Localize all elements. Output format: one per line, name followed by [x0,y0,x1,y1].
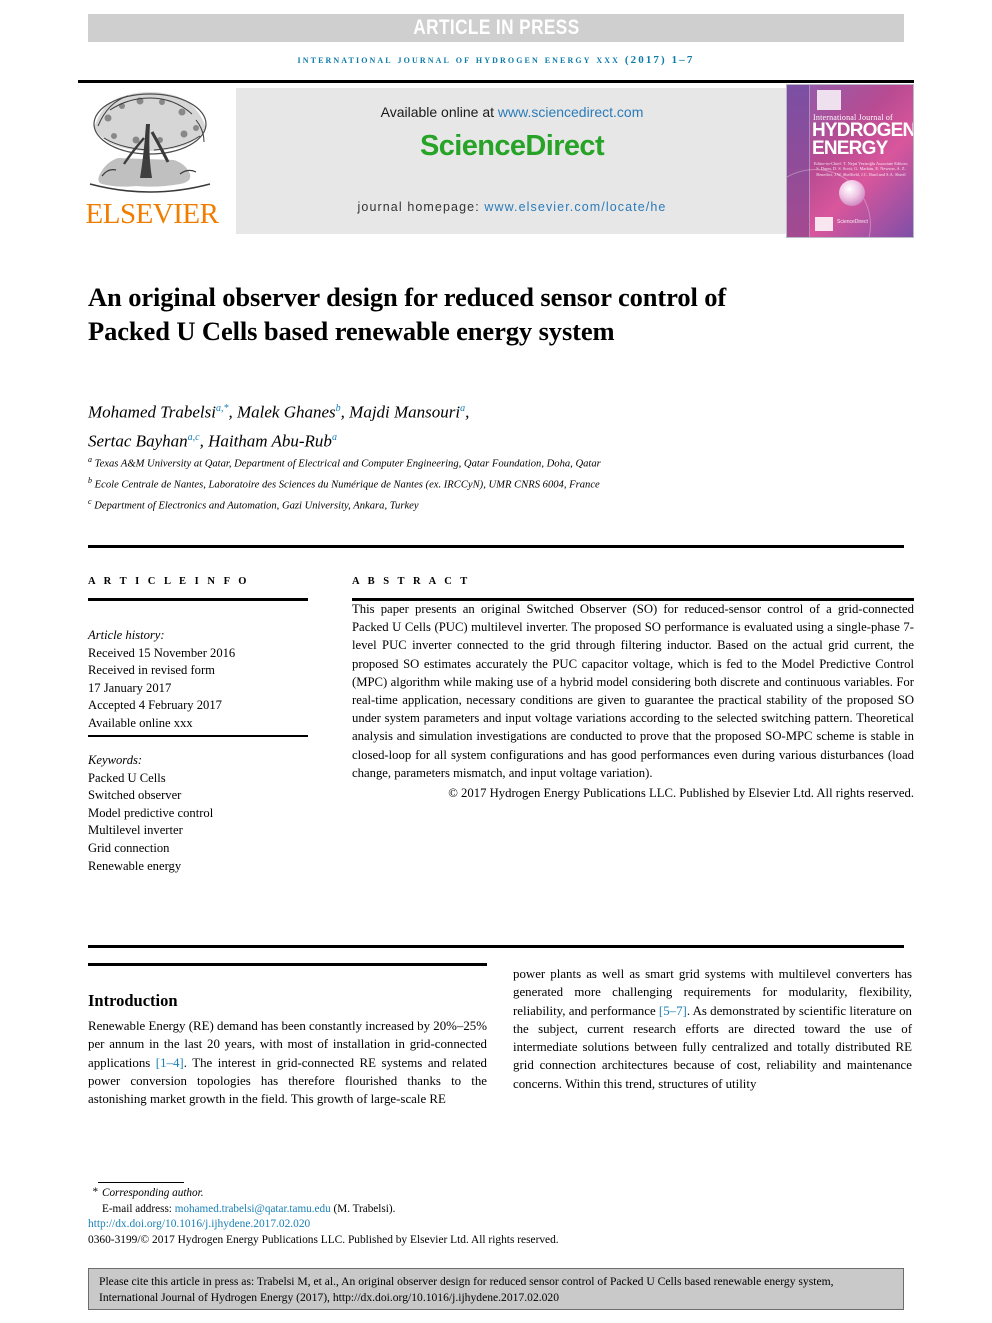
footnote-block: * Corresponding author. E-mail address: m… [88,1186,568,1217]
introduction-right-column: power plants as well as smart grid syste… [513,965,912,1093]
journal-running-head: International Journal of Hydrogen Energy… [297,54,695,66]
citation-link-1-4[interactable]: [1–4] [156,1056,184,1070]
history-item: Accepted 4 February 2017 [88,698,222,713]
rule-under-article-info-heading [88,598,308,601]
sciencedirect-url-link[interactable]: www.sciencedirect.com [498,104,644,120]
author-affiliation-mark: a,* [215,403,229,414]
keyword-item[interactable]: Grid connection [88,840,308,858]
issn-copyright-line: 0360-3199/© 2017 Hydrogen Energy Publica… [88,1234,559,1246]
article-history-block: Article history: Received 15 November 20… [88,627,308,733]
sciencedirect-panel: Available online at www.sciencedirect.co… [236,88,788,234]
cover-editors-text: Editor-in-Chief: T. Nejat Veziroğlu Asso… [813,161,909,177]
keywords-label: Keywords: [88,753,143,767]
available-online-label: Available online at [380,104,498,120]
history-item: Received in revised form [88,663,215,678]
rule-between-history-and-keywords [88,735,308,737]
footnote-separator-rule [98,1182,184,1183]
corresponding-author-label: Corresponding author. [102,1187,204,1199]
journal-homepage-link[interactable]: www.elsevier.com/locate/he [484,200,666,214]
author-email-link[interactable]: mohamed.trabelsi@qatar.tamu.edu [175,1203,331,1215]
journal-homepage-line: journal homepage: www.elsevier.com/locat… [236,200,788,214]
journal-masthead: ELSEVIER Available online at www.science… [78,80,914,238]
abstract-heading: A B S T R A C T [352,576,471,587]
keyword-item[interactable]: Switched observer [88,787,308,805]
abstract-copyright: © 2017 Hydrogen Energy Publications LLC.… [448,786,914,801]
author-affiliation-mark: a [460,403,466,414]
rule-below-abstract [88,945,904,948]
history-item: Received 15 November 2016 [88,645,236,660]
author-name[interactable]: Mohamed Trabelsi [88,403,216,422]
author-affiliation-mark: b [335,403,341,414]
cover-orb-graphic [839,180,865,206]
email-address-label: E-mail address: [102,1202,175,1215]
abstract-block: This paper presents an original Switched… [352,600,914,802]
affiliation-mark: b [88,476,92,486]
rule-above-introduction [88,963,487,966]
affiliation-item: b Ecole Centrale de Nantes, Laboratoire … [88,473,848,494]
author-name[interactable]: Majdi Mansouri [349,403,460,422]
please-cite-box: Please cite this article in press as: Tr… [88,1268,904,1310]
elsevier-tree-icon [84,88,216,200]
author-list: Mohamed Trabelsia,*, Malek Ghanesb, Majd… [88,402,470,451]
sciencedirect-logo[interactable]: ScienceDirect [236,130,788,163]
keywords-block: Keywords: Packed U Cells Switched observ… [88,752,308,875]
elsevier-logo: ELSEVIER [78,88,226,234]
email-owner-suffix: (M. Trabelsi). [330,1202,396,1215]
keyword-item[interactable]: Packed U Cells [88,770,308,788]
affiliation-text: Texas A&M University at Qatar, Departmen… [94,458,601,470]
keyword-item[interactable]: Model predictive control [88,805,308,823]
cover-title-line3: ENERGY [812,138,888,159]
author-affiliation-mark: a,c [187,431,200,443]
affiliation-mark: a [88,455,92,464]
keyword-item[interactable]: Renewable energy [88,858,308,876]
journal-cover-thumbnail: International Journal of HYDROGEN ENERGY… [786,84,914,238]
affiliation-item: c Department of Electronics and Automati… [88,494,848,515]
introduction-heading: Introduction [88,990,178,1010]
available-online-line: Available online at www.sciencedirect.co… [236,104,788,120]
affiliation-text: Ecole Centrale de Nantes, Laboratoire de… [94,479,600,491]
journal-homepage-label: journal homepage: [357,200,485,214]
abstract-body: This paper presents an original Switched… [352,602,914,780]
author-name[interactable]: Sertac Bayhan [88,431,188,450]
corresponding-author-note: * Corresponding author. [88,1186,568,1202]
article-history-label: Article history: [88,628,165,642]
article-in-press-label: ARTICLE IN PRESS [412,16,580,39]
affiliation-mark: c [88,497,92,507]
author-name[interactable]: Haitham Abu-Rub [208,431,332,450]
rule-above-sections [88,545,904,548]
cover-sciencedirect-mark: ScienceDirect [837,219,868,225]
article-in-press-banner: ARTICLE IN PRESS [88,14,904,42]
elsevier-wordmark: ELSEVIER [85,198,219,230]
doi-link[interactable]: http://dx.doi.org/10.1016/j.ijhydene.201… [88,1218,310,1230]
history-item: Available online xxx [88,715,193,730]
keyword-item[interactable]: Multilevel inverter [88,822,308,840]
author-name[interactable]: Malek Ghanes [237,403,336,422]
history-item: 17 January 2017 [88,680,172,695]
asterisk-icon: * [92,1186,98,1198]
affiliation-item: a Texas A&M University at Qatar, Departm… [88,452,848,473]
introduction-left-column: Renewable Energy (RE) demand has been co… [88,1017,487,1108]
affiliation-text: Department of Electronics and Automation… [94,500,419,512]
citation-link-5-7[interactable]: [5–7] [659,1004,687,1018]
cover-elsevier-mark [817,90,841,110]
affiliation-list: a Texas A&M University at Qatar, Departm… [88,452,848,515]
article-title: An original observer design for reduced … [88,281,727,346]
please-cite-text: Please cite this article in press as: Tr… [99,1275,834,1304]
author-affiliation-mark: a [331,431,337,443]
cover-ihe-mark [815,217,833,231]
article-info-heading: A R T I C L E I N F O [88,576,250,587]
email-address-line: E-mail address: mohamed.trabelsi@qatar.t… [88,1202,568,1218]
